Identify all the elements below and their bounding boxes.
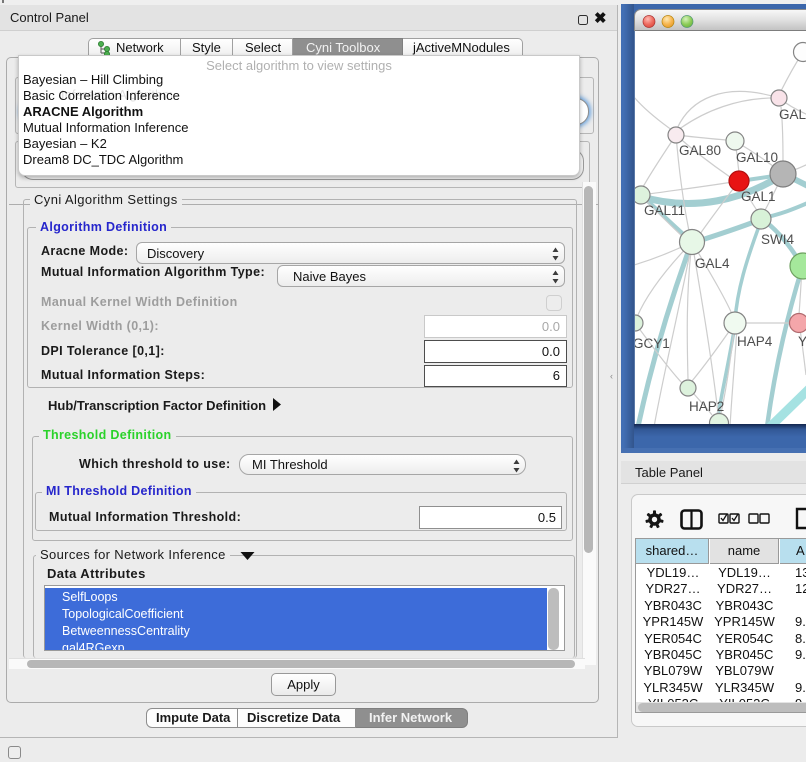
svg-text:GAL80: GAL80 [679, 143, 721, 158]
svg-text:SWI4: SWI4 [761, 232, 794, 247]
svg-text:Y: Y [798, 334, 806, 349]
svg-text:GAL4: GAL4 [695, 256, 730, 271]
svg-text:GAL1: GAL1 [741, 189, 776, 204]
svg-text:GAL7: GAL7 [779, 107, 806, 122]
svg-text:GAL10: GAL10 [736, 150, 778, 165]
svg-text:HAP4: HAP4 [737, 334, 773, 349]
svg-text:HAP2: HAP2 [689, 399, 724, 414]
svg-text:GAL11: GAL11 [644, 203, 685, 218]
svg-text:GCY1: GCY1 [634, 336, 670, 351]
